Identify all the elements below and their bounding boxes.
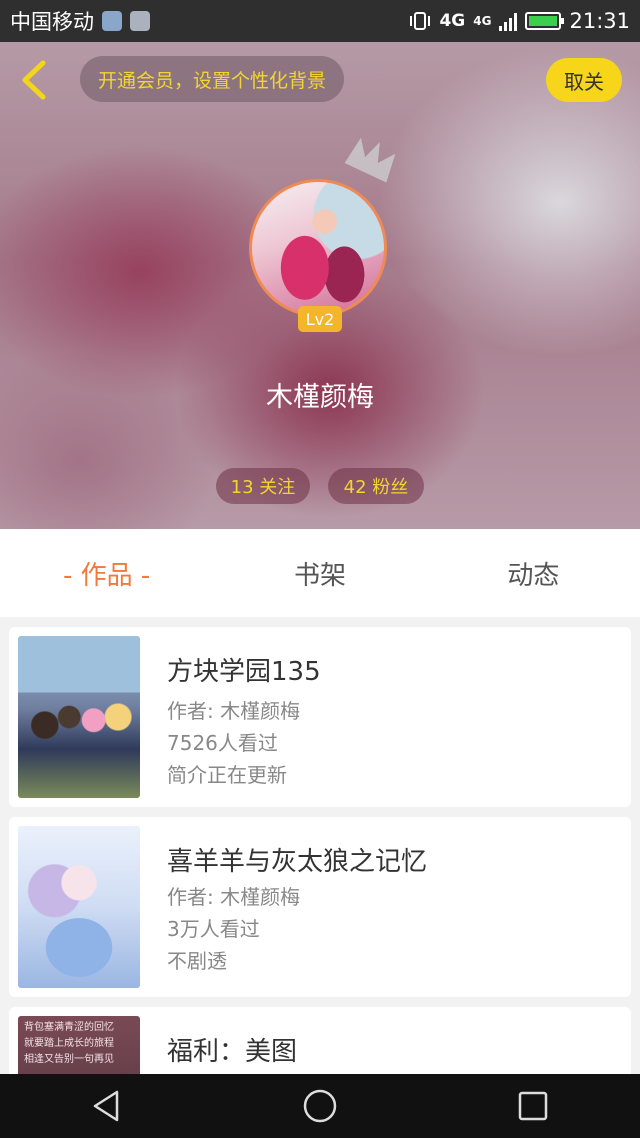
battery-icon [525,12,565,30]
fans-count-button[interactable]: 42 粉丝 [328,468,424,504]
baidu-notification-icon [102,11,122,31]
network-type-secondary: 4G [473,14,492,28]
vip-banner[interactable]: 开通会员，设置个性化背景 [80,56,345,102]
work-card[interactable]: 方块学园135 作者: 木槿颜梅 7526人看过 简介正在更新 [9,627,631,807]
work-title: 方块学园135 [167,657,321,687]
cover-text-line: 背包塞满青涩的回忆 [24,1022,114,1033]
carrier-name: 中国移动 [10,10,94,34]
username: 木槿颜梅 [266,382,374,413]
work-intro: 不剧透 [167,949,227,973]
level-badge: Lv2 [298,306,342,332]
back-arrow-icon [22,60,46,100]
unfollow-button[interactable]: 取关 [546,58,622,102]
work-author: 作者: 木槿颜梅 [167,885,301,909]
work-card[interactable]: 背包塞满青涩的回忆 就要踏上成长的旅程 相逢又告别一句再见 福利：美图 [9,1007,631,1074]
profile-tabs: - 作品 - 书架 动态 [0,529,640,617]
vibrate-icon [410,12,431,30]
tab-activity[interactable]: 动态 [427,529,640,617]
work-author: 作者: 木槿颜梅 [167,699,301,723]
signal-icon [499,11,518,31]
work-intro: 简介正在更新 [167,763,287,787]
nav-back-button[interactable] [77,1076,137,1136]
work-cover-image [18,636,140,798]
work-card[interactable]: 喜羊羊与灰太狼之记忆 作者: 木槿颜梅 3万人看过 不剧透 [9,817,631,997]
profile-header: 开通会员，设置个性化背景 取关 Lv2 木槿颜梅 13 关注 42 粉丝 [0,42,640,529]
clock: 21:31 [569,9,630,33]
works-list: 方块学园135 作者: 木槿颜梅 7526人看过 简介正在更新 喜羊羊与灰太狼之… [0,617,640,1074]
work-views: 7526人看过 [167,731,278,755]
crown-icon [344,137,396,183]
nav-home-icon [303,1089,337,1123]
nav-recent-icon [519,1091,548,1121]
cover-text-line: 相逢又告别一句再见 [24,1054,114,1065]
work-views: 3万人看过 [167,917,260,941]
following-count-button[interactable]: 13 关注 [216,468,310,504]
tab-bookshelf[interactable]: 书架 [213,529,426,617]
image-notification-icon [130,11,150,31]
work-title: 福利：美图 [167,1037,298,1067]
cover-text-line: 就要踏上成长的旅程 [24,1038,114,1049]
tab-works[interactable]: - 作品 - [0,529,213,617]
navigation-bar [0,1074,640,1138]
avatar[interactable] [249,179,387,317]
work-cover-image: 背包塞满青涩的回忆 就要踏上成长的旅程 相逢又告别一句再见 [18,1016,140,1074]
network-type-primary: 4G [439,11,466,31]
nav-home-button[interactable] [290,1076,350,1136]
nav-recent-button[interactable] [503,1076,563,1136]
work-title: 喜羊羊与灰太狼之记忆 [167,847,428,877]
back-button[interactable] [14,58,54,102]
status-bar: 中国移动 4G 4G 21:31 [0,0,640,42]
nav-back-icon [93,1090,118,1122]
work-cover-image [18,826,140,988]
